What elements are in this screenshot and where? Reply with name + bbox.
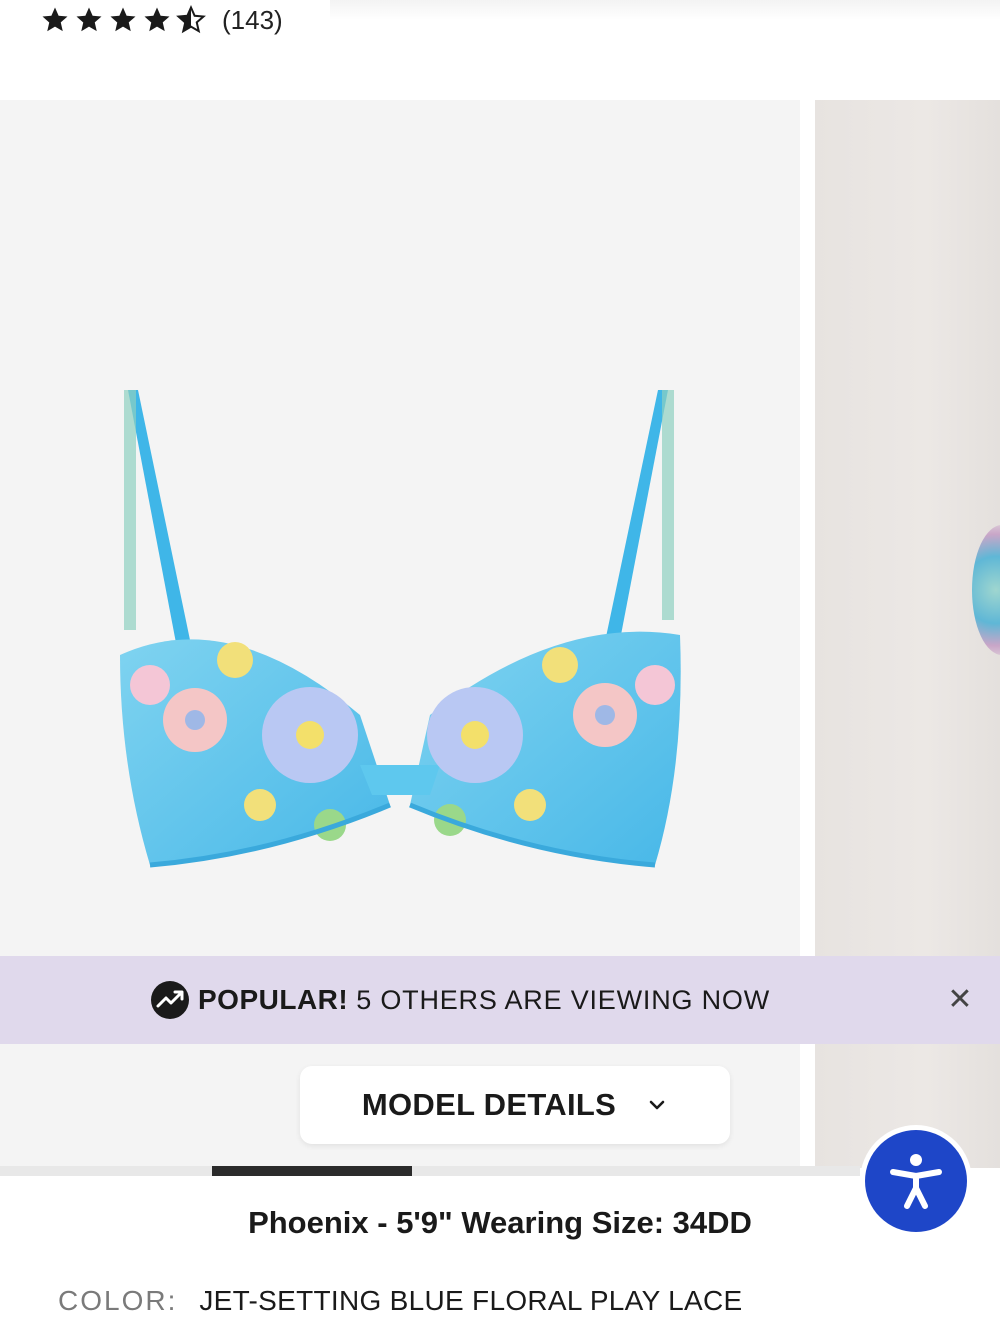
trending-up-icon (150, 980, 190, 1020)
product-image-peek (972, 525, 1000, 655)
product-image (120, 390, 681, 868)
star-full-icon (108, 5, 138, 35)
header-shadow (330, 0, 1000, 20)
star-half-icon (176, 5, 206, 35)
model-info: Phoenix - 5'9" Wearing Size: 34DD (248, 1205, 752, 1240)
chevron-down-icon (646, 1094, 668, 1116)
rating-summary[interactable]: (143) (40, 0, 283, 40)
popular-banner: POPULAR! 5 OTHERS ARE VIEWING NOW ✕ (0, 956, 1000, 1044)
carousel-progress-indicator (212, 1166, 412, 1176)
color-label: COLOR: (58, 1285, 178, 1316)
color-value: JET-SETTING BLUE FLORAL PLAY LACE (199, 1285, 743, 1316)
carousel-progress-track (0, 1166, 860, 1176)
star-full-icon (142, 5, 172, 35)
star-rating (40, 5, 206, 35)
star-full-icon (40, 5, 70, 35)
popular-message: 5 OTHERS ARE VIEWING NOW (356, 984, 770, 1015)
close-icon[interactable]: ✕ (946, 985, 974, 1015)
review-count[interactable]: (143) (222, 5, 283, 36)
popular-label: POPULAR! (198, 984, 349, 1015)
model-details-button[interactable]: MODEL DETAILS (300, 1066, 730, 1144)
color-selection: COLOR: JET-SETTING BLUE FLORAL PLAY LACE (58, 1285, 742, 1317)
star-full-icon (74, 5, 104, 35)
model-details-label: MODEL DETAILS (361, 1087, 617, 1122)
